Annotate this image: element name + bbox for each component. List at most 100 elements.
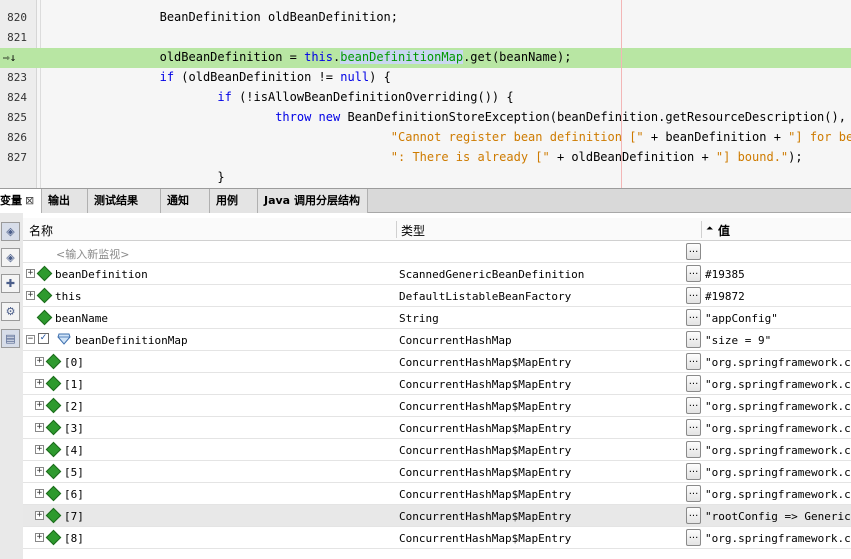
variable-value[interactable]: "org.springframework.cont [705,444,851,457]
line-number: 824 [7,91,27,104]
edit-value-button[interactable]: ... [686,397,701,414]
expand-icon[interactable]: + [35,379,44,388]
variable-type: ConcurrentHashMap$MapEntry [399,532,572,545]
variable-icon [45,441,62,458]
column-divider[interactable] [701,221,702,238]
code-line[interactable]: 821 [0,28,851,48]
expand-icon[interactable]: + [35,423,44,432]
tab-use-cases[interactable]: 用例 [210,189,258,213]
keyword: if [159,70,175,84]
current-execution-line[interactable]: ⇨↓ oldBeanDefinition = this.beanDefiniti… [0,48,851,68]
variable-type: ConcurrentHashMap$MapEntry [399,488,572,501]
table-row[interactable]: + beanDefinition ScannedGenericBeanDefinit… [23,263,851,285]
expand-icon[interactable]: + [26,291,35,300]
collapse-icon[interactable]: − [26,335,35,344]
edit-value-button[interactable]: ... [686,485,701,502]
variable-value[interactable]: "org.springframework.cont [705,488,851,501]
expand-icon[interactable]: + [35,357,44,366]
code-line[interactable]: 824 if (!isAllowBeanDefinitionOverriding… [0,88,851,108]
variable-value[interactable]: "rootConfig => Generic be [705,510,851,523]
tab-call-hierarchy[interactable]: Java 调用分层结构 [258,189,368,213]
edit-value-button[interactable]: ... [686,353,701,370]
tab-notifications[interactable]: 通知 [161,189,210,213]
watch-checkbox[interactable]: ✓ [38,333,49,344]
table-row[interactable]: + [6] ConcurrentHashMap$MapEntry... "org.sp… [23,483,851,505]
code-line[interactable]: } [0,168,851,188]
edit-value-button[interactable]: ... [686,309,701,326]
table-row[interactable]: beanName String... "appConfig" [23,307,851,329]
code-line[interactable]: 820 BeanDefinition oldBeanDefinition; [0,8,851,28]
variable-value[interactable]: "appConfig" [705,312,778,325]
tab-test-results[interactable]: 测试结果 [88,189,161,213]
watch-icon[interactable]: ◈ [1,248,20,267]
expand-icon[interactable]: + [35,401,44,410]
edit-value-button[interactable]: ... [686,507,701,524]
expand-icon[interactable]: + [35,489,44,498]
edit-value-button[interactable]: ... [686,287,701,304]
line-number: 821 [7,31,27,44]
edit-value-button[interactable]: ... [686,441,701,458]
code-text: oldBeanDefinition = this.beanDefinitionM… [44,50,571,64]
variable-name: [0] [64,356,84,369]
table-row[interactable]: + [8] ConcurrentHashMap$MapEntry... "org.sp… [23,527,851,549]
layout-icon[interactable]: ▤ [1,329,20,348]
edit-value-button[interactable]: ... [686,463,701,480]
column-header-value[interactable]: 值 [718,222,730,239]
code-editor[interactable]: 820 BeanDefinition oldBeanDefinition; 821… [0,0,851,188]
code-token: ); [788,150,803,164]
variable-icon [45,507,62,524]
table-row[interactable]: + this DefaultListableBeanFactory... #19872 [23,285,851,307]
table-row[interactable]: + [3] ConcurrentHashMap$MapEntry... "org.sp… [23,417,851,439]
code-line[interactable]: 825 throw new BeanDefinitionStoreExcepti… [0,108,851,128]
new-watch-input[interactable]: <输入新监视> [56,246,129,262]
code-token: (!isAllowBeanDefinitionOverriding()) { [231,90,514,104]
table-row[interactable]: − ✓ beanDefinitionMap ConcurrentHashMap... "… [23,329,851,351]
column-divider[interactable] [396,221,397,238]
code-token: + beanDefinition + [643,130,789,144]
column-header-name[interactable]: 名称 [29,222,53,239]
expand-icon[interactable]: + [35,445,44,454]
sort-ascending-icon[interactable]: ⏶ [706,224,713,234]
edit-value-button[interactable]: ... [686,243,701,260]
variable-type: String [399,312,439,325]
table-row[interactable]: + [2] ConcurrentHashMap$MapEntry... "org.sp… [23,395,851,417]
table-row[interactable]: + [1] ConcurrentHashMap$MapEntry... "org.sp… [23,373,851,395]
table-row[interactable]: + [0] ConcurrentHashMap$MapEntry... "org.sp… [23,351,851,373]
variable-value[interactable]: #19385 [705,268,745,281]
variable-value[interactable]: "org.springframework.cont [705,356,851,369]
column-header-type[interactable]: 类型 [401,222,425,239]
watch-icon[interactable]: ◈ [1,222,20,241]
table-row[interactable]: + [4] ConcurrentHashMap$MapEntry... "org.sp… [23,439,851,461]
table-row[interactable]: + [7] ConcurrentHashMap$MapEntry... "rootCo… [23,505,851,527]
expand-icon[interactable]: + [26,269,35,278]
close-icon[interactable]: ⊠ [25,194,34,207]
expand-icon[interactable]: + [35,467,44,476]
edit-value-button[interactable]: ... [686,419,701,436]
code-line[interactable]: 827 ": There is already [" + oldBeanDefi… [0,148,851,168]
edit-value-button[interactable]: ... [686,331,701,348]
line-number: 827 [7,151,27,164]
variable-value[interactable]: "size = 9" [705,334,771,347]
tab-output[interactable]: 输出 [42,189,88,213]
variable-value[interactable]: "org.springframework.cont [705,378,851,391]
table-row[interactable]: + [5] ConcurrentHashMap$MapEntry... "org.sp… [23,461,851,483]
add-watch-icon[interactable]: ✚ [1,274,20,293]
tab-variables[interactable]: 变量 ⊠ [0,189,42,213]
edit-value-button[interactable]: ... [686,265,701,282]
code-line[interactable]: 826 "Cannot register bean definition [" … [0,128,851,148]
variable-name: beanDefinitionMap [75,334,188,347]
variable-value[interactable]: #19872 [705,290,745,303]
variable-value[interactable]: "org.springframework.cont [705,422,851,435]
expand-icon[interactable]: + [35,511,44,520]
new-watch-row[interactable]: <输入新监视> ... [23,241,851,263]
variable-value[interactable]: "org.springframework.cont [705,400,851,413]
debug-settings-icon[interactable]: ⚙ [1,302,20,321]
tab-label: 输出 [48,194,70,207]
expand-icon[interactable]: + [35,533,44,542]
variable-value[interactable]: "org.springframework.cont [705,532,851,545]
edit-value-button[interactable]: ... [686,529,701,546]
variable-value[interactable]: "org.springframework.cont [705,466,851,479]
edit-value-button[interactable]: ... [686,375,701,392]
code-line[interactable]: 823 if (oldBeanDefinition != null) { [0,68,851,88]
